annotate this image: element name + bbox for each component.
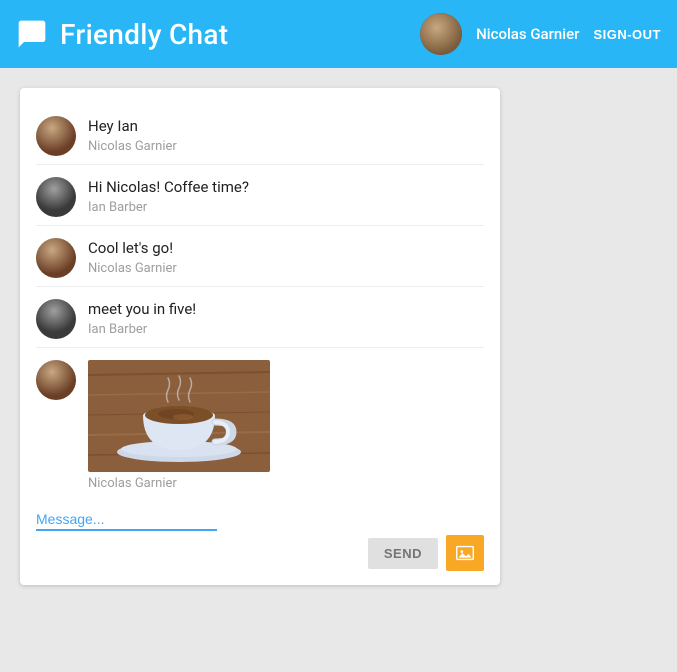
header-user-name: Nicolas Garnier (476, 25, 579, 43)
message-text: meet you in five! (88, 299, 484, 320)
app-header: Friendly Chat Nicolas Garnier SIGN-OUT (0, 0, 677, 68)
message-item: Hi Nicolas! Coffee time? Ian Barber (36, 165, 484, 226)
message-sender: Ian Barber (88, 322, 484, 337)
avatar (36, 299, 76, 339)
message-input[interactable] (36, 509, 217, 531)
message-content: Nicolas Garnier (88, 360, 484, 491)
avatar (36, 177, 76, 217)
message-sender: Nicolas Garnier (88, 139, 484, 154)
user-avatar-header (420, 13, 462, 55)
message-item: Nicolas Garnier (36, 348, 484, 499)
input-area: SEND (20, 499, 500, 585)
input-row: SEND (36, 535, 484, 571)
header-left: Friendly Chat (16, 18, 228, 51)
chat-card: Hey Ian Nicolas Garnier Hi Nicolas! Coff… (20, 88, 500, 585)
message-image (88, 360, 270, 472)
message-item: Cool let's go! Nicolas Garnier (36, 226, 484, 287)
messages-list: Hey Ian Nicolas Garnier Hi Nicolas! Coff… (20, 104, 500, 499)
message-text: Cool let's go! (88, 238, 484, 259)
image-upload-button[interactable] (446, 535, 484, 571)
message-item: meet you in five! Ian Barber (36, 287, 484, 348)
message-sender: Nicolas Garnier (88, 261, 484, 276)
send-button[interactable]: SEND (368, 538, 438, 569)
message-content: Cool let's go! Nicolas Garnier (88, 238, 484, 276)
sign-out-button[interactable]: SIGN-OUT (593, 27, 661, 42)
avatar (36, 360, 76, 400)
message-content: Hey Ian Nicolas Garnier (88, 116, 484, 154)
message-sender: Nicolas Garnier (88, 476, 484, 491)
message-sender: Ian Barber (88, 200, 484, 215)
image-icon (454, 542, 476, 564)
message-content: Hi Nicolas! Coffee time? Ian Barber (88, 177, 484, 215)
message-text: Hi Nicolas! Coffee time? (88, 177, 484, 198)
header-right: Nicolas Garnier SIGN-OUT (420, 13, 661, 55)
avatar (36, 238, 76, 278)
main-content: Hey Ian Nicolas Garnier Hi Nicolas! Coff… (0, 68, 677, 605)
message-item: Hey Ian Nicolas Garnier (36, 104, 484, 165)
chat-bubble-icon (16, 18, 48, 50)
message-text: Hey Ian (88, 116, 484, 137)
app-title: Friendly Chat (60, 18, 228, 51)
avatar (36, 116, 76, 156)
message-content: meet you in five! Ian Barber (88, 299, 484, 337)
